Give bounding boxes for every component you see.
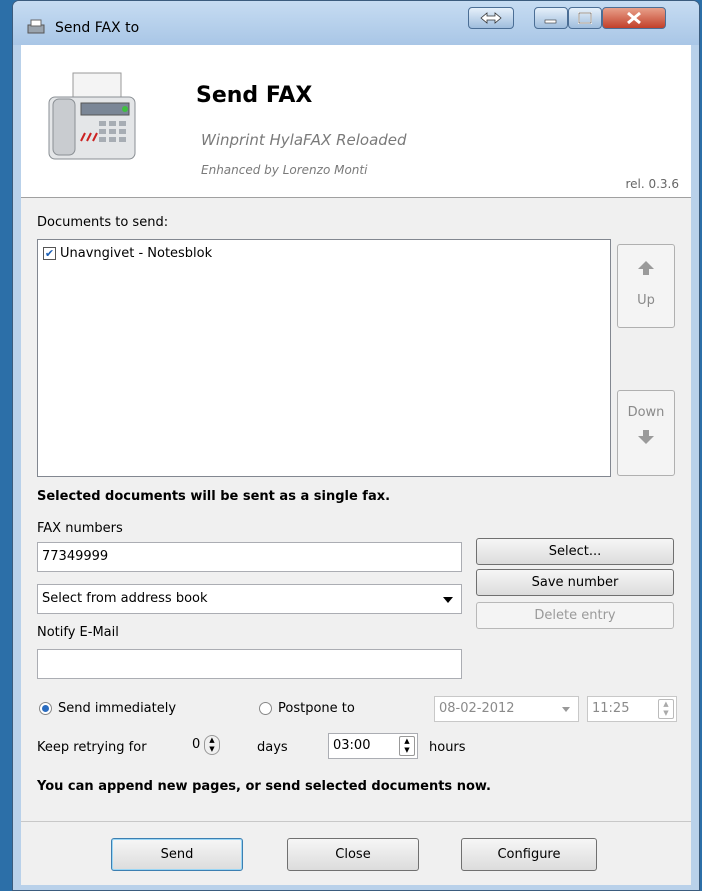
postpone-time-spinner[interactable]: 11:25 ▲ ▼ (587, 696, 677, 722)
retry-days-spinner[interactable]: 0 ▲ ▼ (188, 733, 246, 759)
retry-days-value: 0 (192, 737, 201, 752)
spin-down-icon: ▼ (404, 746, 410, 754)
documents-label: Documents to send: (37, 215, 169, 230)
send-immediately-label: Send immediately (58, 701, 177, 716)
days-spin-arrows[interactable]: ▲ ▼ (204, 735, 220, 755)
radio-unselected-icon (259, 702, 272, 715)
list-item[interactable]: ✔ Unavngivet - Notesblok (43, 246, 212, 261)
arrow-up-icon (638, 261, 654, 275)
close-button[interactable]: Close (287, 838, 419, 871)
address-book-select[interactable]: Select from address book (37, 584, 462, 614)
spin-up-icon: ▲ (209, 736, 215, 744)
footer-divider (21, 821, 691, 822)
resize-arrows-icon (480, 12, 502, 24)
notify-email-input[interactable] (37, 649, 462, 679)
send-button[interactable]: Send (111, 838, 243, 871)
hours-label: hours (429, 740, 466, 755)
days-label: days (257, 740, 288, 755)
postpone-time: 11:25 (592, 701, 630, 716)
fax-app-icon (27, 19, 45, 34)
maximize-icon (578, 12, 592, 24)
time-spin-arrows[interactable]: ▲ ▼ (658, 699, 674, 719)
document-checkbox[interactable]: ✔ (43, 247, 56, 260)
release-version: rel. 0.3.6 (625, 177, 679, 191)
chevron-down-icon (562, 707, 570, 712)
maximize-button[interactable] (568, 7, 602, 29)
send-fax-window: Send FAX to Send FAX Winprint HylaFAX Re… (12, 0, 700, 891)
documents-list[interactable]: ✔ Unavngivet - Notesblok (37, 239, 611, 477)
radio-selected-icon (39, 702, 52, 715)
postpone-label: Postpone to (278, 701, 355, 716)
notify-email-label: Notify E-Mail (37, 625, 119, 640)
keep-retrying-label: Keep retrying for (37, 740, 147, 755)
up-label: Up (637, 293, 655, 308)
chevron-down-icon (443, 597, 453, 603)
hours-spin-arrows[interactable]: ▲ ▼ (399, 736, 415, 756)
page-title: Send FAX (196, 83, 313, 108)
send-immediately-radio[interactable]: Send immediately (39, 701, 176, 716)
title-bar[interactable]: Send FAX to (13, 1, 699, 45)
dialog-body: Send FAX Winprint HylaFAX Reloaded Enhan… (21, 45, 691, 885)
minimize-icon (544, 19, 557, 24)
spin-up-icon: ▲ (404, 737, 410, 745)
address-book-selected: Select from address book (42, 591, 208, 606)
postpone-radio[interactable]: Postpone to (259, 701, 355, 716)
spin-down-icon: ▼ (209, 745, 215, 753)
header-panel: Send FAX Winprint HylaFAX Reloaded Enhan… (21, 45, 691, 198)
spin-down-icon: ▼ (663, 709, 669, 717)
configure-button[interactable]: Configure (461, 838, 597, 871)
fax-number-input[interactable]: 77349999 (37, 542, 462, 572)
select-button[interactable]: Select... (476, 538, 674, 565)
down-label: Down (627, 405, 665, 420)
credit-text: Enhanced by Lorenzo Monti (201, 163, 368, 177)
spin-up-icon: ▲ (663, 700, 669, 708)
fax-machine-icon (48, 72, 136, 160)
close-icon (627, 11, 641, 25)
close-window-button[interactable] (602, 7, 666, 29)
single-fax-info: Selected documents will be sent as a sin… (37, 489, 391, 504)
delete-entry-button[interactable]: Delete entry (476, 602, 674, 629)
retry-hours-spinner[interactable]: 03:00 ▲ ▼ (328, 733, 418, 759)
resize-button[interactable] (468, 7, 514, 29)
retry-hours-value: 03:00 (333, 738, 371, 753)
append-info: You can append new pages, or send select… (37, 779, 491, 794)
window-title: Send FAX to (55, 20, 140, 36)
move-down-button[interactable]: Down (617, 390, 675, 476)
save-number-button[interactable]: Save number (476, 569, 674, 596)
postpone-date-picker[interactable]: 08-02-2012 (434, 696, 579, 722)
arrow-down-icon (638, 430, 654, 444)
postpone-date: 08-02-2012 (439, 701, 515, 716)
app-subtitle: Winprint HylaFAX Reloaded (201, 131, 407, 149)
document-name: Unavngivet - Notesblok (60, 246, 213, 261)
move-up-button[interactable]: Up (617, 244, 675, 328)
fax-numbers-label: FAX numbers (37, 521, 123, 536)
minimize-button[interactable] (534, 7, 568, 29)
